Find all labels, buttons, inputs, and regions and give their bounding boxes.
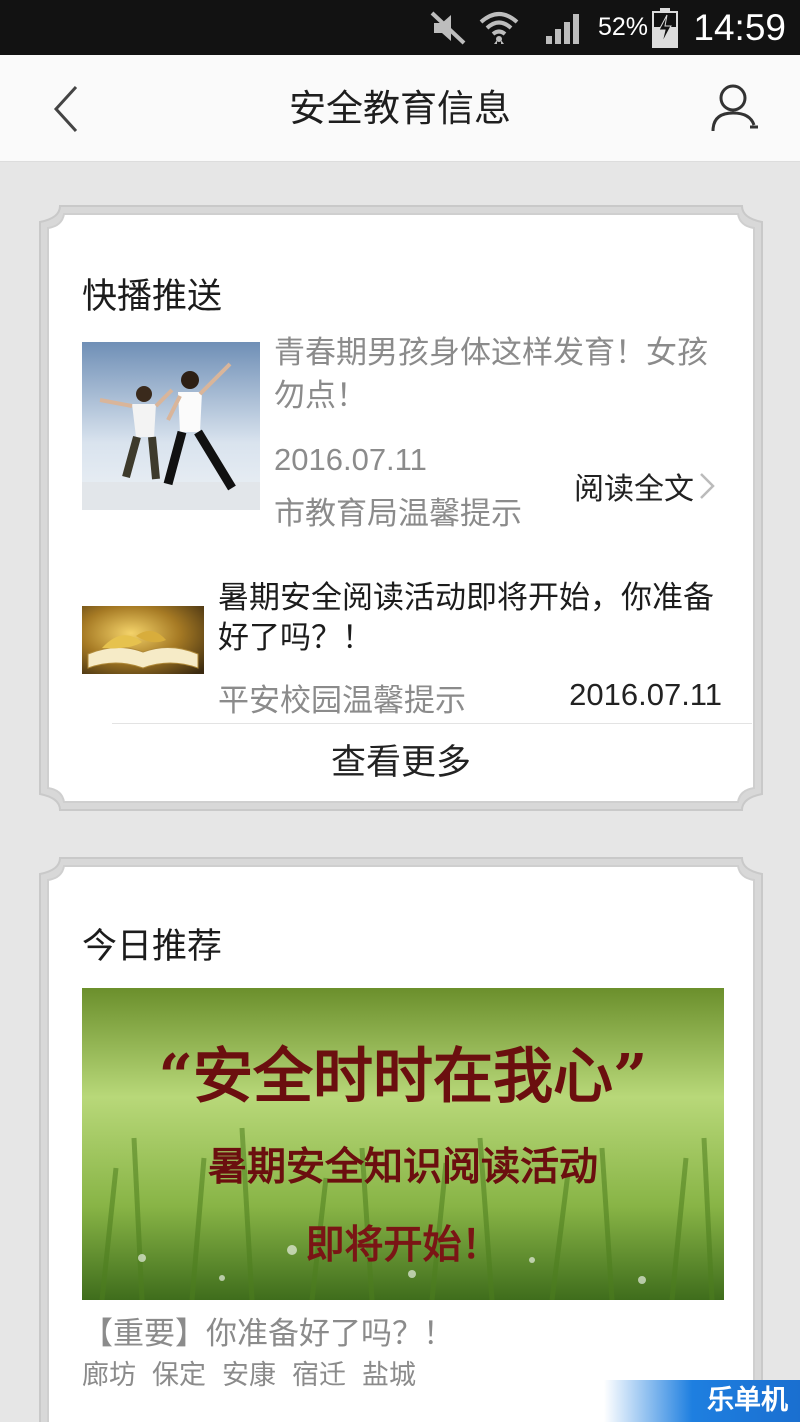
city-tag[interactable]: 安康 [222,1353,276,1392]
read-full-article-link[interactable]: 阅读全文 [574,464,716,508]
recommend-banner[interactable]: “安全时时在我心” 暑期安全知识阅读活动 即将开始！ [82,988,724,1300]
section-title: 今日推荐 [82,927,223,967]
banner-tagline: 即将开始！ [305,1222,501,1268]
chevron-left-icon [53,85,78,133]
banner-subtitle: 暑期安全知识阅读活动 [207,1144,598,1190]
city-tags: 廊坊 保定 安康 宿迁 盐城 [82,1353,416,1392]
recommend-card: 今日推荐 “安全时时在我心” 暑期安全知识阅读活动 即将开始！ 【重要】你准备好… [38,856,764,1422]
news-thumbnail-jumping-teens[interactable] [82,342,260,510]
back-button[interactable] [44,81,94,137]
news-item-date: 2016.07.11 [274,442,427,477]
divider [112,723,752,724]
signal-icon [544,0,584,55]
news-card: 快播推送 青春期男孩身体这样发育！女孩勿点！ 2016.07.11 市教育局温馨… [38,204,764,812]
recommend-caption[interactable]: 【重要】你准备好了吗？！ [82,1308,454,1353]
banner-headline: “安全时时在我心” [158,1042,648,1112]
city-tag[interactable]: 盐城 [362,1353,416,1392]
city-tag[interactable]: 宿迁 [292,1353,346,1392]
view-more-button[interactable]: 查看更多 [38,728,764,798]
chevron-right-icon [700,473,715,499]
news-item-date: 2016.07.11 [569,677,722,712]
page-title: 安全教育信息 [289,87,511,130]
user-profile-button[interactable] [710,83,760,135]
wifi-icon [478,0,520,55]
user-icon [711,84,758,132]
city-tag[interactable]: 保定 [152,1353,206,1392]
clock-time: 14:59 [693,6,786,48]
status-bar: 52% 14:59 [0,0,800,55]
battery-charging-icon [652,0,678,55]
app-header: 安全教育信息 [0,55,800,162]
news-item-source: 平安校园温馨提示 [218,683,466,719]
watermark-logo: 乐单机 [604,1380,800,1422]
news-item-title[interactable]: 青春期男孩身体这样发育！女孩勿点！ [274,332,724,418]
news-item-source: 市教育局温馨提示 [274,496,522,532]
city-tag[interactable]: 廊坊 [82,1353,136,1392]
battery-percent: 52% [598,13,649,41]
news-thumbnail-open-book[interactable] [82,606,204,674]
read-more-label: 阅读全文 [574,472,694,507]
section-title: 快播推送 [82,277,223,317]
news-item-title[interactable]: 暑期安全阅读活动即将开始，你准备好了吗？！ [218,578,718,658]
mute-icon [430,0,466,55]
